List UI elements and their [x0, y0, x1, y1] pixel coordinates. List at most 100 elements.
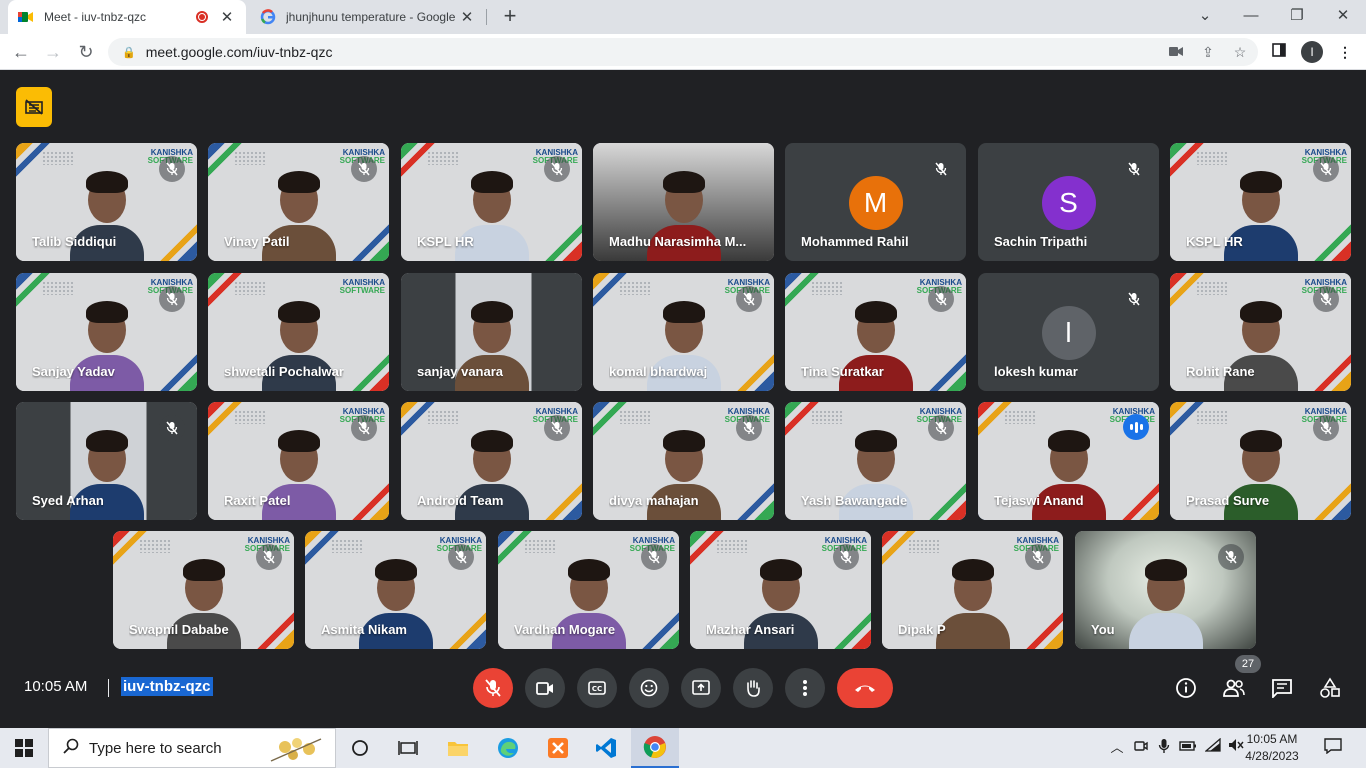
close-tab-icon[interactable]: ✕: [458, 8, 476, 26]
participant-tile[interactable]: KANISHKASOFTWAREVardhan Mogare: [498, 531, 679, 649]
background-dot-pattern: [1196, 281, 1228, 295]
chrome-app[interactable]: [631, 728, 679, 768]
activities-button[interactable]: [1316, 674, 1344, 702]
microphone-tray-icon[interactable]: [1154, 738, 1174, 758]
participant-tile[interactable]: S Sachin Tripathi: [978, 143, 1159, 261]
camera-off-badge[interactable]: [16, 87, 52, 127]
participant-tile[interactable]: KANISHKASOFTWAREAsmita Nikam: [305, 531, 486, 649]
participant-tile[interactable]: KANISHKASOFTWAREVinay Patil: [208, 143, 389, 261]
participant-tile[interactable]: KANISHKASOFTWAREPrasad Surve: [1170, 402, 1351, 520]
participant-tile[interactable]: KANISHKASOFTWAREkomal bhardwaj: [593, 273, 774, 391]
participant-name: divya mahajan: [609, 493, 699, 508]
mic-off-icon: [1313, 286, 1339, 312]
profile-avatar[interactable]: I: [1301, 41, 1323, 63]
tab-search-chevron-icon[interactable]: ⌄: [1190, 4, 1220, 28]
participant-tile[interactable]: Madhu Narasimha M...: [593, 143, 774, 261]
participant-tile[interactable]: KANISHKASOFTWARETejaswi Anand: [978, 402, 1159, 520]
taskbar-clock[interactable]: 10:05 AM 4/28/2023: [1240, 731, 1304, 765]
participant-tile[interactable]: KANISHKASOFTWARESanjay Yadav: [16, 273, 197, 391]
participant-tile[interactable]: KANISHKASOFTWAREAndroid Team: [401, 402, 582, 520]
participant-tile[interactable]: KANISHKA SOFTWARE shwetali Pochalwar: [208, 273, 389, 391]
menu-kebab-icon[interactable]: ⋮: [1334, 40, 1356, 64]
meeting-details-button[interactable]: [1172, 674, 1200, 702]
mic-off-icon: [351, 156, 377, 182]
clock-time: 10:05 AM: [1246, 732, 1298, 746]
browser-tab-bar: Meet - iuv-tnbz-qzc ✕ jhunjhunu temperat…: [0, 0, 1366, 34]
reactions-button[interactable]: [629, 668, 669, 708]
participant-tile[interactable]: KANISHKASOFTWAREdivya mahajan: [593, 402, 774, 520]
camera-toggle-button[interactable]: [525, 668, 565, 708]
tab-title: Meet - iuv-tnbz-qzc: [44, 10, 147, 24]
side-panel-icon[interactable]: [1268, 40, 1290, 64]
share-icon[interactable]: ⇪: [1197, 40, 1219, 64]
participant-tile[interactable]: KANISHKASOFTWARERohit Rane: [1170, 273, 1351, 391]
cortana-button[interactable]: [336, 728, 384, 768]
mic-off-icon: [928, 415, 954, 441]
microphone-toggle-button[interactable]: [473, 668, 513, 708]
participant-tile[interactable]: KANISHKASOFTWAREKSPL HR: [401, 143, 582, 261]
forward-button[interactable]: →: [41, 40, 65, 64]
participant-tile[interactable]: KANISHKASOFTWAREYash Bawangade: [785, 402, 966, 520]
camera-tray-icon[interactable]: [1131, 738, 1151, 758]
battery-icon[interactable]: [1178, 738, 1198, 758]
reload-button[interactable]: ↻: [74, 40, 98, 64]
url-text: meet.google.com/iuv-tnbz-qzc: [145, 44, 333, 60]
tab-google-search[interactable]: jhunjhunu temperature - Google ✕: [250, 0, 486, 34]
minimize-button[interactable]: —: [1236, 4, 1266, 28]
camera-in-use-icon[interactable]: [1165, 40, 1187, 64]
background-dot-pattern: [1196, 151, 1228, 165]
mic-off-icon: [928, 156, 954, 182]
participant-name: Madhu Narasimha M...: [609, 234, 747, 249]
google-meet-icon: [18, 9, 34, 25]
participant-tile[interactable]: KANISHKASOFTWARESwapnil Dababe: [113, 531, 294, 649]
meeting-time: 10:05 AM: [24, 678, 88, 695]
back-button[interactable]: ←: [9, 40, 33, 64]
close-window-button[interactable]: ✕: [1328, 4, 1358, 28]
participant-tile[interactable]: KANISHKASOFTWAREKSPL HR: [1170, 143, 1351, 261]
url-input[interactable]: 🔒 meet.google.com/iuv-tnbz-qzc: [108, 38, 1258, 66]
lock-icon: 🔒: [122, 46, 136, 59]
clock-date: 4/28/2023: [1245, 749, 1299, 763]
participant-tile[interactable]: KANISHKASOFTWARETalib Siddiqui: [16, 143, 197, 261]
participant-tile[interactable]: KANISHKASOFTWAREMazhar Ansari: [690, 531, 871, 649]
people-button[interactable]: [1220, 674, 1248, 702]
xampp-app[interactable]: [534, 728, 582, 768]
participant-name: komal bhardwaj: [609, 364, 708, 379]
meeting-code[interactable]: iuv-tnbz-qzc: [121, 677, 213, 696]
present-screen-button[interactable]: [681, 668, 721, 708]
vscode-app[interactable]: [582, 728, 630, 768]
participant-tile[interactable]: M Mohammed Rahil: [785, 143, 966, 261]
participant-tile[interactable]: KANISHKASOFTWARERaxit Patel: [208, 402, 389, 520]
show-hidden-icons-chevron-icon[interactable]: ︿: [1107, 738, 1127, 758]
captions-button[interactable]: CC: [577, 668, 617, 708]
task-view-button[interactable]: [384, 728, 432, 768]
more-options-button[interactable]: [785, 668, 825, 708]
mic-off-icon: [928, 286, 954, 312]
participant-tile[interactable]: l lokesh kumar: [978, 273, 1159, 391]
chat-button[interactable]: [1268, 674, 1296, 702]
leave-call-button[interactable]: [837, 668, 893, 708]
restore-button[interactable]: ❐: [1282, 4, 1312, 28]
task-view-icon: [398, 741, 418, 755]
wifi-icon[interactable]: [1203, 737, 1223, 758]
taskbar-search-box[interactable]: Type here to search: [48, 728, 336, 768]
background-dot-pattern: [619, 410, 651, 424]
start-button[interactable]: [0, 728, 48, 768]
edge-app[interactable]: [484, 728, 532, 768]
tab-divider: [486, 9, 487, 25]
participant-tile[interactable]: sanjay vanara: [401, 273, 582, 391]
bookmark-star-icon[interactable]: ☆: [1229, 40, 1251, 64]
brand-subtext: SOFTWARE: [339, 286, 385, 295]
raise-hand-button[interactable]: [733, 668, 773, 708]
participant-avatar: M: [848, 176, 903, 230]
new-tab-button[interactable]: +: [498, 4, 522, 28]
participant-tile[interactable]: KANISHKASOFTWAREDipak P: [882, 531, 1063, 649]
tab-meet[interactable]: Meet - iuv-tnbz-qzc ✕: [8, 0, 246, 34]
participant-tile[interactable]: Syed Arhan: [16, 402, 197, 520]
participant-tile[interactable]: You: [1075, 531, 1256, 649]
close-tab-icon[interactable]: ✕: [218, 8, 236, 26]
file-explorer-app[interactable]: [434, 728, 482, 768]
notifications-icon[interactable]: [1323, 738, 1343, 758]
participant-tile[interactable]: KANISHKASOFTWARETina Suratkar: [785, 273, 966, 391]
people-icon: [1223, 679, 1245, 697]
